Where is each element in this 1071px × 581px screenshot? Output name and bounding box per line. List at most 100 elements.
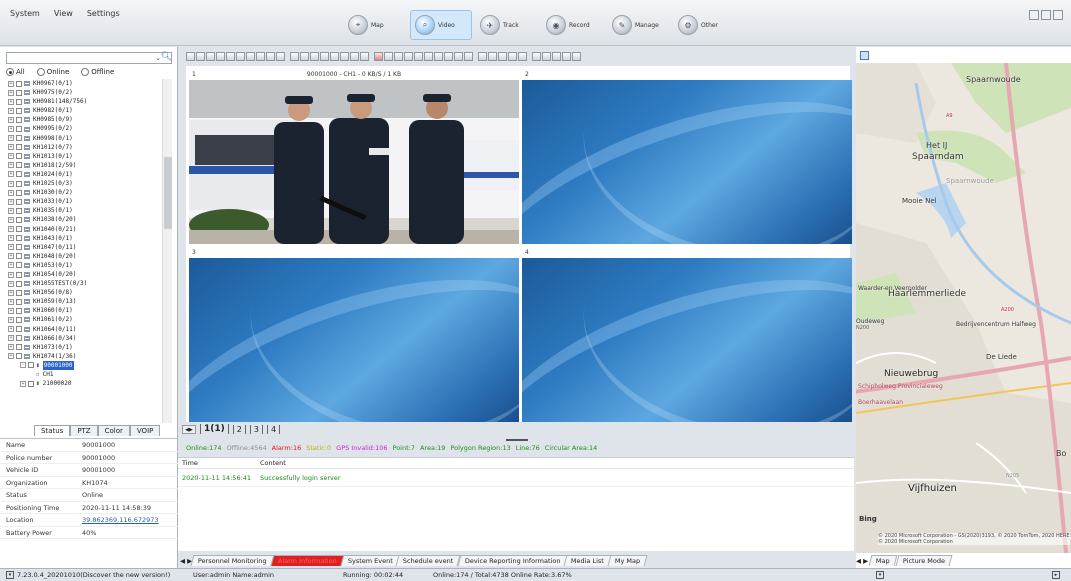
expand-icon[interactable]: +: [8, 335, 14, 342]
tree-row[interactable]: + KH1047(0/11): [8, 243, 160, 252]
nav-record-button[interactable]: ◉ Record: [542, 10, 604, 40]
expand-icon[interactable]: +: [8, 326, 14, 333]
expand-icon[interactable]: +: [8, 235, 14, 242]
expand-icon[interactable]: +: [8, 107, 14, 114]
toolbar-button[interactable]: [216, 52, 225, 61]
tree-row[interactable]: + KH1053(0/1): [8, 261, 160, 270]
checkbox[interactable]: [16, 326, 22, 333]
toolbar-button[interactable]: [532, 52, 541, 61]
checkbox[interactable]: [16, 262, 22, 269]
checkbox[interactable]: [16, 253, 22, 260]
expand-icon[interactable]: +: [8, 298, 14, 305]
checkbox[interactable]: [16, 198, 22, 205]
map-tab[interactable]: Map: [868, 555, 898, 566]
expand-icon[interactable]: +: [8, 353, 14, 360]
tree-row[interactable]: + KH1059(0/13): [8, 297, 160, 306]
toolbar-button[interactable]: [196, 52, 205, 61]
checkbox[interactable]: [16, 153, 22, 160]
nav-track-button[interactable]: ✈ Track: [476, 10, 538, 40]
checkbox[interactable]: [16, 135, 22, 142]
toolbar-button[interactable]: [394, 52, 403, 61]
video-cell-1[interactable]: 1 90001000 - CH1 - 0 KB/S / 1 KB: [189, 70, 519, 246]
toolbar-button[interactable]: [488, 52, 497, 61]
tree-row[interactable]: + KH0982(0/1): [8, 106, 160, 115]
tree-row[interactable]: + KH1043(0/1): [8, 234, 160, 243]
restore-icon[interactable]: [1041, 10, 1051, 20]
toolbar-button[interactable]: [478, 52, 487, 61]
checkbox[interactable]: [16, 289, 22, 296]
tree-row[interactable]: + KH1061(0/2): [8, 315, 160, 324]
toolbar-button[interactable]: [552, 52, 561, 61]
expand-icon[interactable]: +: [8, 253, 14, 260]
map-tab[interactable]: Picture Mode: [895, 555, 953, 566]
map-expand-icon[interactable]: ▾: [876, 571, 884, 579]
toolbar-button[interactable]: [290, 52, 299, 61]
video-cell-2[interactable]: 2: [522, 70, 852, 246]
filter-online-radio[interactable]: Online: [36, 68, 69, 76]
expand-icon[interactable]: +: [8, 116, 14, 123]
scrollbar-thumb[interactable]: [164, 157, 172, 229]
tree-row[interactable]: + KH1025(0/3): [8, 179, 160, 188]
tree-row[interactable]: + KH1060(0/1): [8, 306, 160, 315]
expand-icon[interactable]: +: [8, 280, 14, 287]
tree-row[interactable]: + KH1018(2/59): [8, 161, 160, 170]
tree-row[interactable]: + KH1024(0/1): [8, 170, 160, 179]
filter-all-radio[interactable]: All: [6, 68, 25, 76]
checkbox[interactable]: [16, 353, 22, 360]
toolbar-button[interactable]: [186, 52, 195, 61]
toolbar-button[interactable]: [236, 52, 245, 61]
checkbox[interactable]: [16, 171, 22, 178]
expand-icon[interactable]: +: [8, 153, 14, 160]
page-tab[interactable]: 1(1): [200, 424, 229, 434]
toolbar-button[interactable]: [562, 52, 571, 61]
expand-icon[interactable]: +: [8, 189, 14, 196]
tree-row[interactable]: + KH1035(0/1): [8, 206, 160, 215]
video-cell-4[interactable]: 4: [522, 248, 852, 424]
device-search-input[interactable]: ⌄ 🔍︎: [6, 52, 172, 64]
expand-icon[interactable]: +: [8, 216, 14, 223]
expand-icon[interactable]: +: [8, 289, 14, 296]
expand-icon[interactable]: +: [8, 89, 14, 96]
tree-row[interactable]: + KH1064(0/11): [8, 325, 160, 334]
expand-icon[interactable]: +: [8, 162, 14, 169]
toolbar-button[interactable]: [266, 52, 275, 61]
toolbar-button[interactable]: [276, 52, 285, 61]
expand-icon[interactable]: +: [8, 226, 14, 233]
bottom-tab[interactable]: Schedule event: [395, 555, 462, 566]
toolbar-button[interactable]: [340, 52, 349, 61]
tab-color[interactable]: Color: [97, 425, 130, 436]
tree-row[interactable]: + KH0967(0/1): [8, 79, 160, 88]
expand-icon[interactable]: +: [8, 207, 14, 214]
expand-icon[interactable]: +: [8, 307, 14, 314]
checkbox[interactable]: [16, 235, 22, 242]
toolbar-button[interactable]: [414, 52, 423, 61]
expand-icon[interactable]: +: [8, 171, 14, 178]
toolbar-button[interactable]: [508, 52, 517, 61]
checkbox[interactable]: [16, 162, 22, 169]
checkbox[interactable]: [16, 244, 22, 251]
expand-icon[interactable]: +: [8, 198, 14, 205]
bottom-tab[interactable]: My Map: [607, 555, 649, 566]
checkbox[interactable]: [28, 380, 34, 387]
toolbar-button[interactable]: [542, 52, 551, 61]
toolbar-button[interactable]: [384, 52, 393, 61]
tab-ptz[interactable]: PTZ: [70, 425, 98, 436]
tree-row[interactable]: + KH0998(0/1): [8, 134, 160, 143]
collapse-icon[interactable]: -: [20, 362, 26, 369]
checkbox[interactable]: [16, 226, 22, 233]
checkbox[interactable]: [28, 362, 34, 369]
expand-icon[interactable]: +: [8, 80, 14, 87]
toolbar-button[interactable]: [360, 52, 369, 61]
page-tab[interactable]: 2: [232, 424, 246, 434]
toolbar-button[interactable]: [310, 52, 319, 61]
tab-status[interactable]: Status: [34, 425, 71, 436]
expand-icon[interactable]: +: [8, 126, 14, 133]
menu-item-view[interactable]: View: [54, 9, 73, 18]
checkbox[interactable]: [16, 307, 22, 314]
checkbox[interactable]: [16, 189, 22, 196]
expand-icon[interactable]: +: [8, 98, 14, 105]
tree-row[interactable]: + KH1056(0/8): [8, 288, 160, 297]
map-view[interactable]: Spaarnwoude Het IJ Spaarndam Spaarnwoude Moo…: [856, 63, 1071, 553]
checkbox[interactable]: [16, 107, 22, 114]
expand-icon[interactable]: +: [20, 380, 26, 387]
